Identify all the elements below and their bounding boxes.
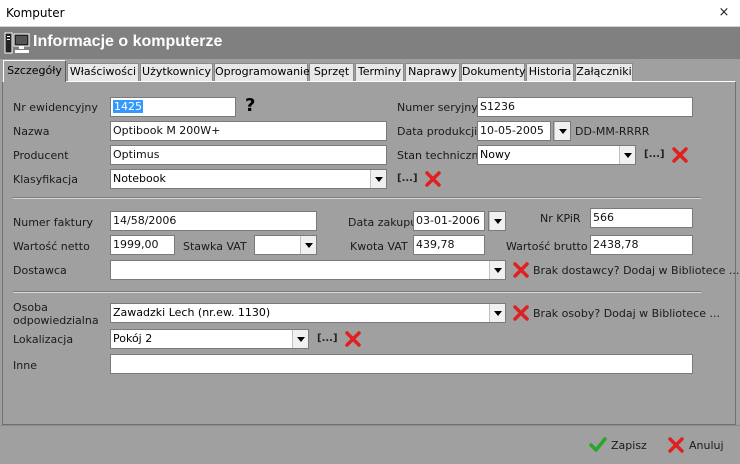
nr-ewidencyjny-label: Nr ewidencyjny (13, 101, 98, 114)
osoba-select[interactable]: Zawadzki Lech (nr.ew. 1130) (110, 303, 506, 323)
producent-input[interactable]: Optimus (110, 145, 387, 165)
cancel-label: Anuluj (689, 439, 724, 452)
add-osoba-link[interactable]: Brak osoby? Dodaj w Bibliotece ... (533, 307, 720, 320)
chevron-down-icon (300, 236, 316, 254)
klasyfikacja-value: Notebook (113, 172, 166, 185)
nr-ewidencyjny-value: 1425 (113, 100, 143, 113)
tab-oprogramowanie[interactable]: Oprogramowanie (214, 63, 310, 81)
tab-naprawy[interactable]: Naprawy (405, 63, 460, 81)
wartosc-brutto-label: Wartość brutto (506, 240, 588, 253)
chevron-down-icon (489, 212, 505, 230)
data-produkcji-input[interactable]: 10-05-2005 (477, 121, 551, 141)
stawka-vat-select[interactable] (254, 235, 317, 255)
lokalizacja-select[interactable]: Pokój 2 (110, 329, 309, 349)
data-produkcji-label: Data produkcji (397, 125, 478, 138)
numer-seryjny-label: Numer seryjny (397, 101, 478, 114)
klasyfikacja-select[interactable]: Notebook (110, 169, 387, 189)
tab-historia[interactable]: Historia (526, 63, 574, 81)
computer-icon (4, 32, 30, 54)
tab-uzytkownicy[interactable]: Użytkownicy (140, 63, 213, 81)
chevron-down-icon (489, 261, 505, 279)
help-question-icon[interactable]: ? (245, 95, 255, 116)
dialog-header: Informacje o komputerze (0, 27, 740, 59)
save-button[interactable]: Zapisz (589, 436, 649, 456)
stawka-vat-label: Stawka VAT (183, 240, 247, 253)
kwota-vat-input[interactable]: 439,78 (413, 235, 485, 255)
wartosc-brutto-input[interactable]: 2438,78 (590, 235, 693, 255)
osoba-label-line1: Osoba (13, 301, 48, 314)
nr-kpir-label: Nr KPiR (540, 212, 581, 225)
chevron-down-icon (619, 146, 635, 164)
stan-techniczny-label: Stan techniczny (397, 149, 485, 162)
dostawca-select[interactable] (110, 260, 506, 280)
stan-techniczny-value: Nowy (480, 148, 511, 161)
stan-delete-icon[interactable] (672, 147, 688, 163)
inne-label: Inne (13, 359, 37, 372)
cancel-button[interactable]: Anuluj (667, 436, 731, 456)
lokalizacja-browse-button[interactable]: [...] (317, 333, 338, 344)
tab-wlasciwosci[interactable]: Właściwości (67, 63, 139, 81)
tab-szczegoly[interactable]: Szczegóły (3, 60, 66, 82)
nazwa-label: Nazwa (13, 125, 50, 138)
lokalizacja-delete-icon[interactable] (345, 331, 361, 347)
stan-browse-button[interactable]: [...] (644, 149, 665, 160)
window-title: Komputer (6, 6, 65, 20)
dialog-footer: Zapisz Anuluj (0, 425, 740, 464)
lokalizacja-value: Pokój 2 (113, 332, 153, 345)
chevron-down-icon (554, 122, 570, 140)
nr-kpir-input[interactable]: 566 (590, 208, 693, 228)
chevron-down-icon (489, 304, 505, 322)
close-icon[interactable]: × (714, 4, 734, 22)
dostawca-label: Dostawca (13, 264, 67, 277)
numer-faktury-input[interactable]: 14/58/2006 (110, 211, 317, 231)
numer-faktury-label: Numer faktury (13, 216, 94, 229)
section-divider (13, 291, 701, 293)
window-titlebar: Komputer × (0, 0, 740, 27)
wartosc-netto-label: Wartość netto (13, 240, 90, 253)
data-produkcji-picker[interactable] (553, 121, 571, 141)
klasyfikacja-delete-icon[interactable] (425, 171, 441, 187)
chevron-down-icon (292, 330, 308, 348)
kwota-vat-label: Kwota VAT (350, 240, 408, 253)
osoba-label-line2: odpowiedzialna (13, 314, 99, 327)
data-zakupu-input[interactable]: 03-01-2006 (413, 211, 485, 231)
stan-techniczny-select[interactable]: Nowy (477, 145, 636, 165)
tab-dokumenty[interactable]: Dokumenty (461, 63, 525, 81)
data-zakupu-picker[interactable] (488, 211, 506, 231)
nr-ewidencyjny-input[interactable]: 1425 (110, 97, 236, 117)
dostawca-delete-icon[interactable] (513, 262, 529, 278)
section-divider (13, 197, 701, 199)
numer-seryjny-input[interactable]: S1236 (477, 97, 693, 117)
save-label: Zapisz (611, 439, 647, 452)
nazwa-input[interactable]: Optibook M 200W+ (110, 121, 387, 141)
wartosc-netto-input[interactable]: 1999,00 (110, 235, 175, 255)
inne-input[interactable] (110, 354, 693, 374)
osoba-value: Zawadzki Lech (nr.ew. 1130) (113, 306, 271, 319)
details-panel: Nr ewidencyjny 1425 ? Numer seryjny S123… (2, 81, 739, 425)
date-format-hint: DD-MM-RRRR (575, 125, 650, 138)
chevron-down-icon (370, 170, 386, 188)
add-dostawca-link[interactable]: Brak dostawcy? Dodaj w Bibliotece ... (533, 264, 739, 277)
tab-zalaczniki[interactable]: Załączniki (575, 63, 633, 81)
producent-label: Producent (13, 149, 69, 162)
tab-strip: Szczegóły Właściwości Użytkownicy Oprogr… (0, 59, 740, 82)
data-zakupu-label: Data zakupu (348, 216, 418, 229)
checkmark-icon (589, 437, 607, 452)
klasyfikacja-label: Klasyfikacja (13, 173, 78, 186)
osoba-delete-icon[interactable] (513, 305, 529, 321)
tab-terminy[interactable]: Terminy (355, 63, 404, 81)
lokalizacja-label: Lokalizacja (13, 333, 74, 346)
cancel-x-icon (668, 437, 684, 453)
klasyfikacja-browse-button[interactable]: [...] (397, 173, 418, 184)
tab-sprzet[interactable]: Sprzęt (309, 63, 354, 81)
page-title: Informacje o komputerze (33, 33, 223, 50)
